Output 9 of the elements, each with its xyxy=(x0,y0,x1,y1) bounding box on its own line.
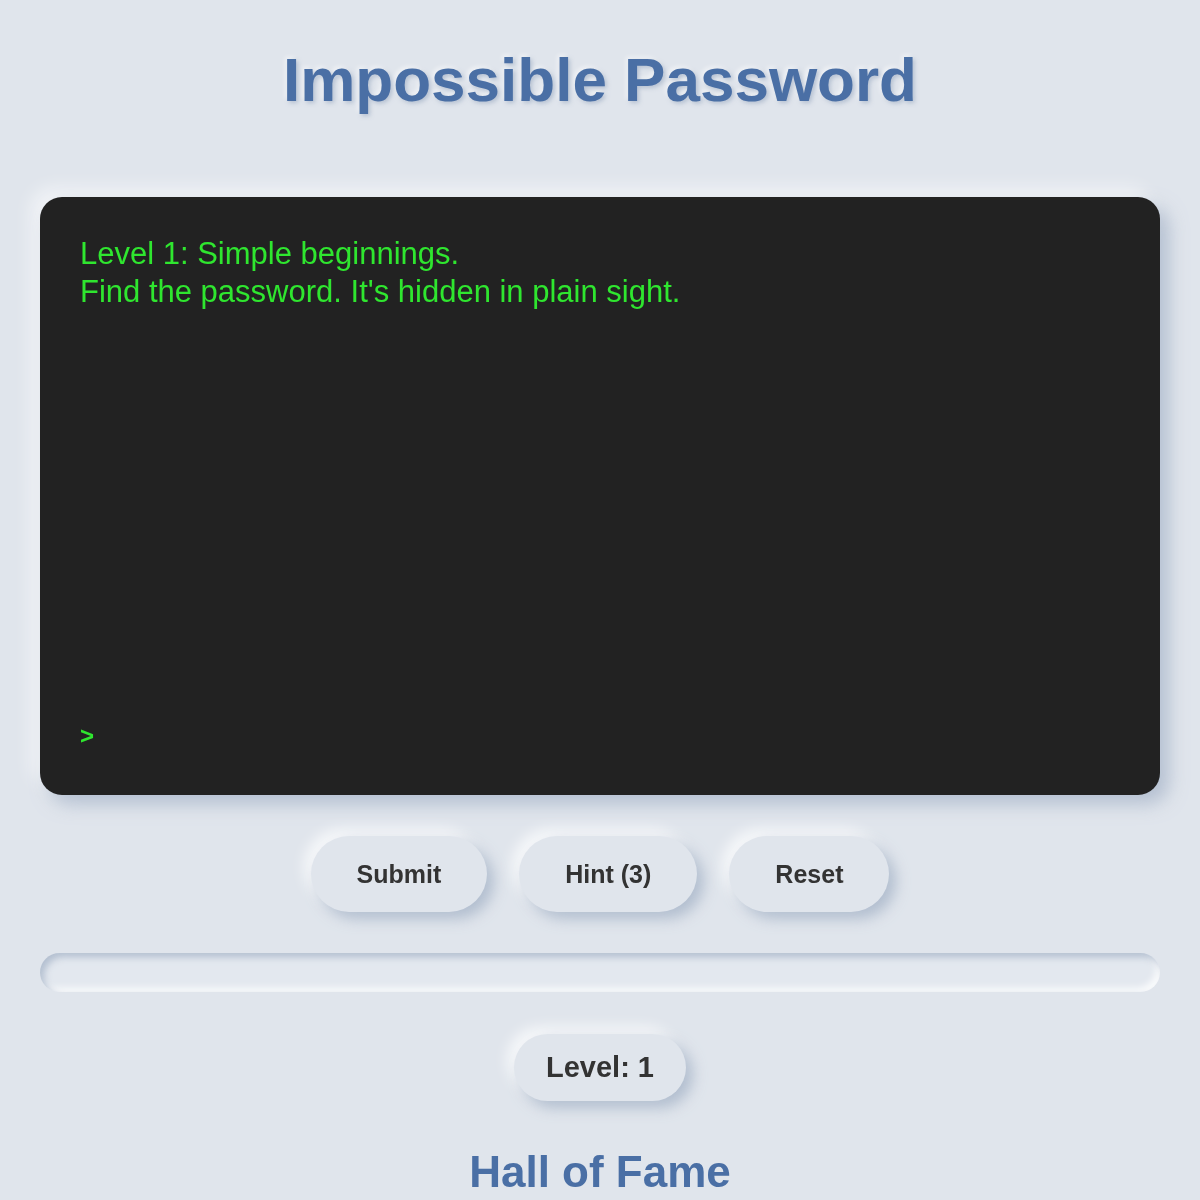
terminal-line: Find the password. It's hidden in plain sight. xyxy=(80,273,681,311)
terminal-prompt: > xyxy=(80,721,94,751)
page-title: Impossible Password xyxy=(283,44,917,116)
level-indicator: Level: 1 xyxy=(514,1034,686,1101)
action-button[interactable]: Hint (3) xyxy=(519,836,698,912)
section-heading: Hall of Fame xyxy=(469,1147,731,1197)
action-button[interactable]: Reset xyxy=(729,836,890,912)
terminal-line: Level 1: Simple beginnings. xyxy=(80,235,460,273)
action-button[interactable]: Submit xyxy=(310,836,488,912)
